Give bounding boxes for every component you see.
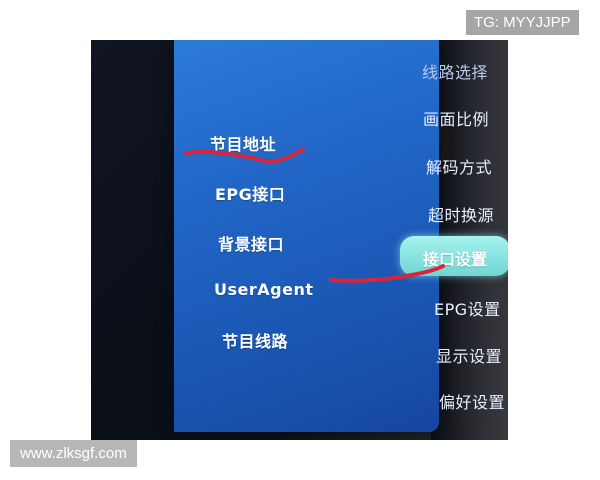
tab-route-select[interactable]: 线路选择 <box>422 59 488 83</box>
watermark-bottom-left: www.zlksgf.com <box>10 440 137 467</box>
tab-timeout-switch[interactable]: 超时换源 <box>428 202 494 226</box>
tab-aspect-ratio[interactable]: 画面比例 <box>423 106 489 130</box>
watermark-top-right: TG: MYYJJPP <box>466 10 579 35</box>
menu-item-useragent[interactable]: UserAgent <box>214 280 313 299</box>
annotation-underline-selected <box>329 264 445 283</box>
tab-preference-settings[interactable]: 偏好设置 <box>439 389 505 413</box>
settings-screen: 节目地址 EPG接口 背景接口 UserAgent 节目线路 线路选择 画面比例… <box>174 40 508 432</box>
menu-item-epg-interface[interactable]: EPG接口 <box>215 181 285 205</box>
menu-item-program-route[interactable]: 节目线路 <box>222 328 288 352</box>
tv-photo: 节目地址 EPG接口 背景接口 UserAgent 节目线路 线路选择 画面比例… <box>91 40 508 440</box>
tab-display-settings[interactable]: 显示设置 <box>436 343 502 367</box>
menu-item-background-interface[interactable]: 背景接口 <box>218 231 284 255</box>
tab-decode-mode[interactable]: 解码方式 <box>426 154 492 178</box>
annotation-underline-left <box>184 147 305 164</box>
tab-epg-settings[interactable]: EPG设置 <box>434 296 501 320</box>
